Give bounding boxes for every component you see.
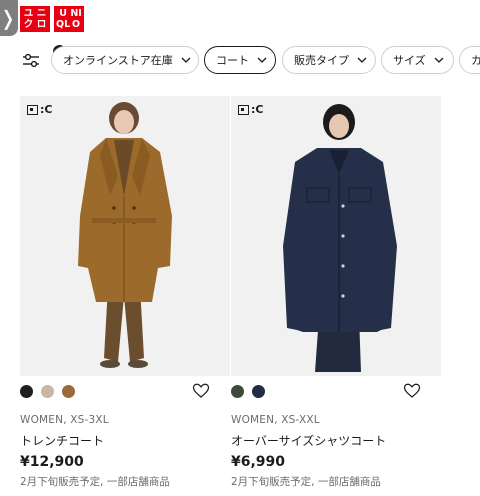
chip-sales-type[interactable]: 販売タイプ xyxy=(282,46,376,74)
badge-square-icon xyxy=(238,104,249,115)
product-name[interactable]: オーバーサイズシャツコート xyxy=(231,432,386,449)
product-card[interactable]: :C WOMEN, XS-XXL オーバーサイズシャツコート ¥6,990 2月… xyxy=(231,96,441,488)
badge-square-icon xyxy=(27,104,38,115)
heart-icon[interactable] xyxy=(192,382,210,400)
uniqlo-logo[interactable]: ユ ニ ク ロ U NI QL O xyxy=(20,6,84,32)
product-image[interactable]: :C xyxy=(20,96,230,376)
chevron-right-icon: ❭ xyxy=(0,6,17,30)
product-image[interactable]: :C xyxy=(231,96,441,376)
chip-size[interactable]: サイズ xyxy=(381,46,454,74)
product-card[interactable]: :C WOMEN, XS-3XL トレンチコート ¥12,900 2月下旬販売予… xyxy=(20,96,230,488)
color-swatches xyxy=(20,385,75,398)
chip-online-stock[interactable]: オンラインストア在庫 xyxy=(51,46,199,74)
product-price: ¥12,900 xyxy=(20,454,84,470)
color-swatches xyxy=(231,385,265,398)
sliders-icon xyxy=(23,53,39,68)
product-name[interactable]: トレンチコート xyxy=(20,432,104,449)
ucollection-badge: :C xyxy=(238,103,263,116)
product-price: ¥6,990 xyxy=(231,454,286,470)
trench-coat-photo xyxy=(20,96,230,376)
product-gender-size: WOMEN, XS-XXL xyxy=(231,414,320,426)
chevron-down-icon xyxy=(434,57,444,63)
chevron-down-icon xyxy=(181,57,191,63)
color-swatch-olive[interactable] xyxy=(231,385,244,398)
color-swatch-brown[interactable] xyxy=(62,385,75,398)
filter-bar: 1 オンラインストア在庫 コート 販売タイプ サイズ カ xyxy=(0,44,480,76)
color-swatch-navy[interactable] xyxy=(252,385,265,398)
back-button[interactable]: ❭ xyxy=(0,0,18,36)
shirt-coat-photo xyxy=(231,96,441,376)
product-availability: 2月下旬販売予定, 一部店舗商品 xyxy=(20,476,170,488)
chevron-down-icon xyxy=(257,57,267,63)
color-swatch-black[interactable] xyxy=(20,385,33,398)
chip-color[interactable]: カ xyxy=(459,46,480,74)
logo-katakana: ユ ニ ク ロ xyxy=(20,6,50,32)
product-availability: 2月下旬販売予定, 一部店舗商品 xyxy=(231,476,381,488)
product-gender-size: WOMEN, XS-3XL xyxy=(20,414,109,426)
ucollection-badge: :C xyxy=(27,103,52,116)
chevron-down-icon xyxy=(357,57,367,63)
color-swatch-beige[interactable] xyxy=(41,385,54,398)
chip-coat[interactable]: コート xyxy=(204,46,276,74)
filter-settings-button[interactable]: 1 xyxy=(20,45,66,73)
header: ❭ ユ ニ ク ロ U NI QL O xyxy=(0,0,480,40)
logo-latin: U NI QL O xyxy=(54,6,84,32)
heart-icon[interactable] xyxy=(403,382,421,400)
